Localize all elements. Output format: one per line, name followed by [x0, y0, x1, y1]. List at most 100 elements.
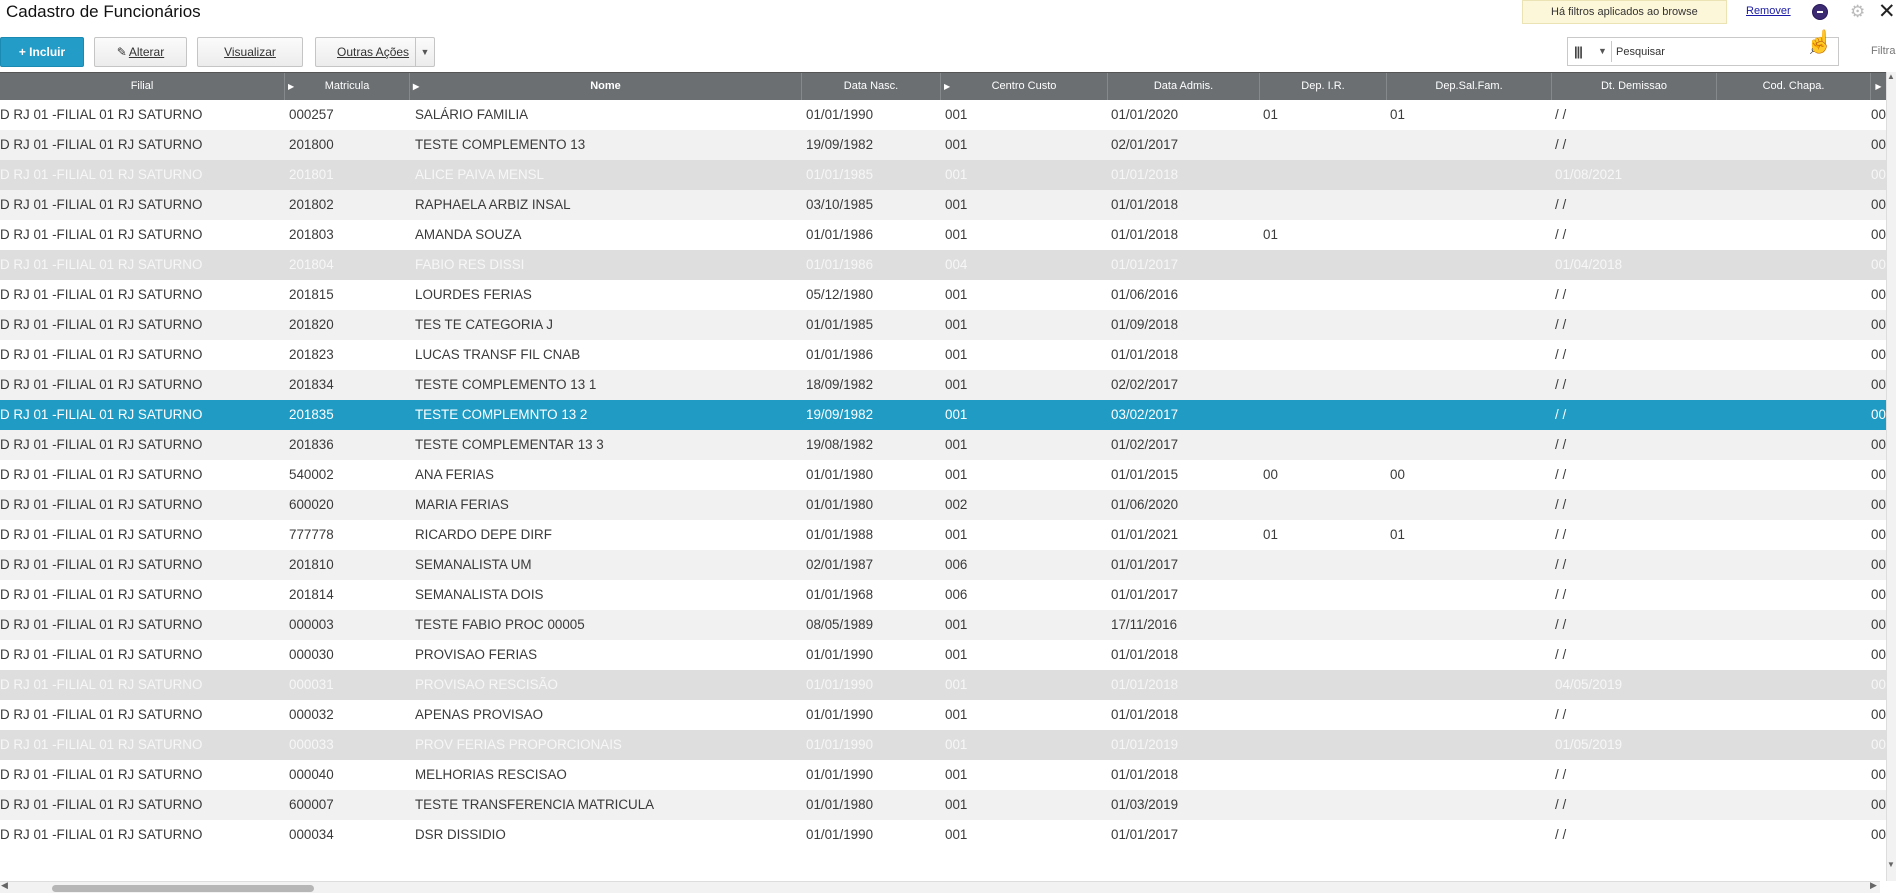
column-label: Data Admis.: [1153, 80, 1214, 92]
cell-centro-custo: 001: [945, 167, 968, 182]
cell-dt-demissao: / /: [1555, 497, 1567, 512]
cell-dt-demissao: / /: [1555, 407, 1567, 422]
table-row[interactable]: D RJ 01 -FILIAL 01 RJ SATURNO 201800 TESTE…: [0, 130, 1886, 160]
cell-cod-chapa: 00: [1871, 227, 1886, 242]
column-header-dt-demissao[interactable]: Dt. Demissao: [1552, 73, 1717, 100]
table-row[interactable]: D RJ 01 -FILIAL 01 RJ SATURNO 600020 MARIA…: [0, 490, 1886, 520]
table-row[interactable]: D RJ 01 -FILIAL 01 RJ SATURNO 000034 DSR D…: [0, 820, 1886, 850]
table-row[interactable]: D RJ 01 -FILIAL 01 RJ SATURNO 201815 LOURD…: [0, 280, 1886, 310]
table-row[interactable]: D RJ 01 -FILIAL 01 RJ SATURNO 201804 FABIO…: [0, 250, 1886, 280]
cell-filial: D RJ 01 -FILIAL 01 RJ SATURNO: [0, 107, 203, 122]
table-row[interactable]: D RJ 01 -FILIAL 01 RJ SATURNO 201802 RAPHA…: [0, 190, 1886, 220]
cell-data-nasc: 01/01/1990: [806, 677, 874, 692]
cell-centro-custo: 001: [945, 707, 968, 722]
cell-data-admis: 01/09/2018: [1111, 317, 1179, 332]
scroll-down-icon[interactable]: ▼: [1887, 860, 1895, 869]
table-row[interactable]: D RJ 01 -FILIAL 01 RJ SATURNO 000033 PROV …: [0, 730, 1886, 760]
column-header-dep-sal-fam[interactable]: Dep.Sal.Fam.: [1387, 73, 1552, 100]
table-row[interactable]: D RJ 01 -FILIAL 01 RJ SATURNO 000257 SALÁR…: [0, 100, 1886, 130]
column-header-centro-custo[interactable]: ▶ Centro Custo: [941, 73, 1108, 100]
table-row[interactable]: D RJ 01 -FILIAL 01 RJ SATURNO 201834 TESTE…: [0, 370, 1886, 400]
columns-icon[interactable]: |||: [1574, 44, 1583, 59]
app-window: Cadastro de Funcionários Há filtros apli…: [0, 0, 1896, 893]
cell-data-admis: 01/01/2018: [1111, 197, 1179, 212]
cell-nome: MARIA FERIAS: [415, 497, 509, 512]
table-row[interactable]: D RJ 01 -FILIAL 01 RJ SATURNO 201801 ALICE…: [0, 160, 1886, 190]
table-row[interactable]: D RJ 01 -FILIAL 01 RJ SATURNO 201803 AMAND…: [0, 220, 1886, 250]
column-header-cod-chapa[interactable]: Cod. Chapa.: [1717, 73, 1871, 100]
incluir-button[interactable]: + Incluir: [0, 37, 84, 67]
table-row[interactable]: D RJ 01 -FILIAL 01 RJ SATURNO 201820 TES T…: [0, 310, 1886, 340]
cell-matricula: 201820: [289, 317, 334, 332]
filtrar-label[interactable]: Filtrar: [1871, 45, 1896, 57]
cell-centro-custo: 001: [945, 827, 968, 842]
cell-data-nasc: 05/12/1980: [806, 287, 874, 302]
chevron-down-icon[interactable]: ▼: [1598, 46, 1607, 56]
scroll-right-icon[interactable]: ▶: [1870, 880, 1877, 891]
cell-data-admis: 01/06/2020: [1111, 497, 1179, 512]
table-row[interactable]: D RJ 01 -FILIAL 01 RJ SATURNO 000031 PROVI…: [0, 670, 1886, 700]
column-header-matricula[interactable]: ▶ Matricula: [285, 73, 410, 100]
scroll-left-icon[interactable]: ◀: [1, 880, 8, 891]
cell-cod-chapa: 00: [1871, 527, 1886, 542]
table-row[interactable]: D RJ 01 -FILIAL 01 RJ SATURNO 600007 TESTE…: [0, 790, 1886, 820]
table-row[interactable]: D RJ 01 -FILIAL 01 RJ SATURNO 000040 MELHO…: [0, 760, 1886, 790]
table-row[interactable]: D RJ 01 -FILIAL 01 RJ SATURNO 540002 ANA F…: [0, 460, 1886, 490]
outras-acoes-button[interactable]: Outras Ações ▼: [315, 37, 435, 67]
cell-filial: D RJ 01 -FILIAL 01 RJ SATURNO: [0, 407, 203, 422]
table-row[interactable]: D RJ 01 -FILIAL 01 RJ SATURNO 777778 RICAR…: [0, 520, 1886, 550]
table-row[interactable]: D RJ 01 -FILIAL 01 RJ SATURNO 201814 SEMAN…: [0, 580, 1886, 610]
cell-filial: D RJ 01 -FILIAL 01 RJ SATURNO: [0, 797, 203, 812]
horizontal-scrollbar[interactable]: ◀ ▶: [0, 880, 1880, 893]
cell-matricula: 000033: [289, 737, 334, 752]
cell-nome: SALÁRIO FAMILIA: [415, 107, 529, 122]
table-row[interactable]: D RJ 01 -FILIAL 01 RJ SATURNO 000003 TESTE…: [0, 610, 1886, 640]
horizontal-scrollbar-thumb[interactable]: [52, 885, 314, 892]
table-row[interactable]: D RJ 01 -FILIAL 01 RJ SATURNO 201810 SEMAN…: [0, 550, 1886, 580]
cell-dt-demissao: / /: [1555, 587, 1567, 602]
column-header-dep-ir[interactable]: Dep. I.R.: [1260, 73, 1387, 100]
table-row[interactable]: D RJ 01 -FILIAL 01 RJ SATURNO 000032 APENA…: [0, 700, 1886, 730]
cell-centro-custo: 002: [945, 497, 968, 512]
cell-data-nasc: 01/01/1990: [806, 707, 874, 722]
cell-nome: APENAS PROVISAO: [415, 707, 543, 722]
visualizar-button[interactable]: Visualizar: [197, 37, 303, 67]
alterar-button[interactable]: ✎ Alterar: [94, 37, 187, 67]
caret-down-icon[interactable]: ▼: [415, 38, 434, 66]
cell-data-nasc: 18/09/1982: [806, 377, 874, 392]
table-row[interactable]: D RJ 01 -FILIAL 01 RJ SATURNO 201823 LUCAS…: [0, 340, 1886, 370]
column-header-data-admis[interactable]: Data Admis.: [1108, 73, 1260, 100]
gear-icon[interactable]: ⚙: [1850, 2, 1865, 22]
cell-cod-chapa: 00: [1871, 437, 1886, 452]
close-icon[interactable]: ✕: [1878, 0, 1896, 24]
cell-cod-chapa: 00: [1871, 767, 1886, 782]
cell-filial: D RJ 01 -FILIAL 01 RJ SATURNO: [0, 767, 203, 782]
cell-data-nasc: 01/01/1988: [806, 527, 874, 542]
cell-filial: D RJ 01 -FILIAL 01 RJ SATURNO: [0, 287, 203, 302]
scroll-columns-right-icon[interactable]: ▶: [1871, 73, 1886, 100]
cell-filial: D RJ 01 -FILIAL 01 RJ SATURNO: [0, 557, 203, 572]
vertical-scrollbar[interactable]: ▲ ▼: [1886, 72, 1896, 881]
search-input[interactable]: [1614, 41, 1808, 63]
column-header-nome[interactable]: ▶ Nome: [410, 73, 802, 100]
table-row[interactable]: D RJ 01 -FILIAL 01 RJ SATURNO 201835 TESTE…: [0, 400, 1886, 430]
cell-centro-custo: 001: [945, 647, 968, 662]
table-row[interactable]: D RJ 01 -FILIAL 01 RJ SATURNO 000030 PROVI…: [0, 640, 1886, 670]
cell-centro-custo: 001: [945, 467, 968, 482]
cell-cod-chapa: 00: [1871, 197, 1886, 212]
column-header-data-nasc[interactable]: Data Nasc.: [802, 73, 941, 100]
sort-arrow-icon[interactable]: ▶: [944, 73, 950, 100]
sort-arrow-icon[interactable]: ▶: [288, 73, 294, 100]
cell-dt-demissao: / /: [1555, 827, 1567, 842]
cell-centro-custo: 006: [945, 587, 968, 602]
cell-matricula: 600007: [289, 797, 334, 812]
search-box: ||| ▼ ⌕: [1567, 37, 1839, 66]
scroll-up-icon[interactable]: ▲: [1887, 72, 1895, 81]
cell-centro-custo: 001: [945, 437, 968, 452]
user-menu-icon[interactable]: [1812, 4, 1828, 20]
cell-dt-demissao: 01/05/2019: [1555, 737, 1623, 752]
sort-arrow-icon[interactable]: ▶: [413, 73, 419, 100]
remove-filter-link[interactable]: Remover: [1746, 5, 1791, 17]
column-header-filial[interactable]: Filial: [0, 73, 285, 100]
table-row[interactable]: D RJ 01 -FILIAL 01 RJ SATURNO 201836 TESTE…: [0, 430, 1886, 460]
